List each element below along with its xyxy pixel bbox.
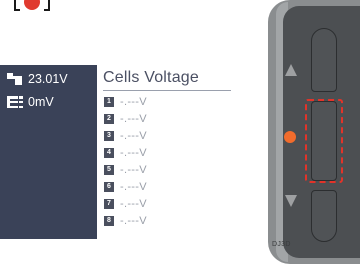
cell-sum-icon (7, 95, 25, 109)
down-button[interactable] (311, 190, 337, 242)
cell-voltage-value: -.---V (120, 214, 147, 227)
battery-pack-icon (7, 72, 25, 86)
cell-row-4: 4 -.---V (104, 146, 147, 159)
cell-voltage-value: -.---V (120, 197, 147, 210)
pack-voltage-row: 23.01V (7, 70, 68, 88)
title-divider (103, 90, 231, 91)
ok-button-highlight (305, 99, 343, 183)
cell-index-badge: 5 (104, 164, 114, 175)
cell-index-badge: 1 (104, 96, 114, 107)
cell-difference-value: 0mV (28, 95, 54, 109)
cell-difference-row: 0mV (7, 93, 54, 111)
sidebar: 23.01V 0mV (0, 65, 97, 239)
cell-voltage-value: -.---V (120, 180, 147, 193)
up-arrow-icon (285, 64, 297, 76)
cell-voltage-value: -.---V (120, 163, 147, 176)
cells-voltage-panel: Cells Voltage 1 -.---V 2 -.---V 3 -.---V… (97, 65, 245, 239)
cell-index-badge: 4 (104, 147, 114, 158)
cell-index-badge: 2 (104, 113, 114, 124)
brand-label: DJ3D (272, 241, 291, 248)
cell-index-badge: 3 (104, 130, 114, 141)
cell-row-7: 7 -.---V (104, 197, 147, 210)
cell-index-badge: 6 (104, 181, 114, 192)
cell-index-badge: 8 (104, 215, 114, 226)
down-arrow-icon (285, 195, 297, 207)
status-led-icon (284, 131, 296, 143)
cell-row-1: 1 -.---V (104, 95, 147, 108)
cell-voltage-value: -.---V (120, 146, 147, 159)
cell-voltage-value: -.---V (120, 112, 147, 125)
cell-index-badge: 7 (104, 198, 114, 209)
cell-voltage-value: -.---V (120, 95, 147, 108)
cell-row-6: 6 -.---V (104, 180, 147, 193)
cell-row-3: 3 -.---V (104, 129, 147, 142)
page-title: Cells Voltage (103, 69, 199, 86)
cell-row-2: 2 -.---V (104, 112, 147, 125)
cell-row-8: 8 -.---V (104, 214, 147, 227)
ok-button-marker-icon (14, 0, 50, 13)
cell-row-5: 5 -.---V (104, 163, 147, 176)
device-screen: 23.01V 0mV Cells Voltage 1 -.---V 2 -.--… (0, 65, 245, 239)
cell-voltage-value: -.---V (120, 129, 147, 142)
up-button[interactable] (311, 28, 337, 92)
pack-voltage-value: 23.01V (28, 72, 68, 86)
